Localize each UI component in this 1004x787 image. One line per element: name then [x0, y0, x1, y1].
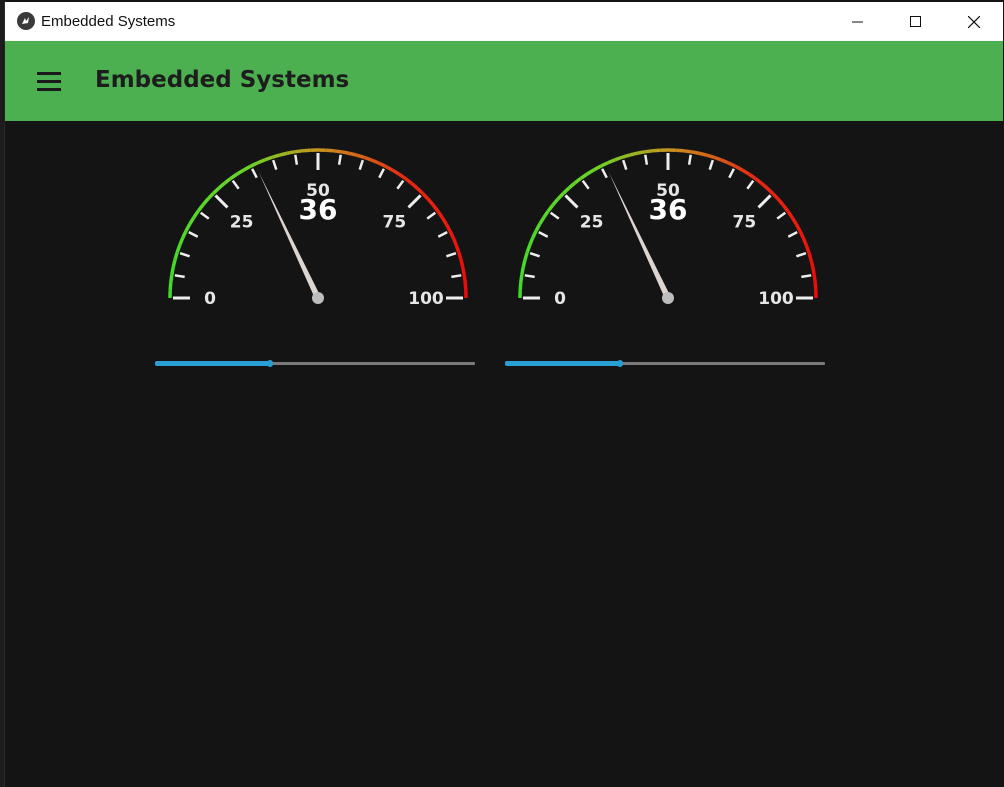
- value-slider-1[interactable]: [155, 358, 475, 370]
- app-window: Embedded Systems Embedded Systems 0 25 50 7…: [4, 2, 1003, 787]
- slider-thumb[interactable]: [617, 360, 624, 367]
- gauge-pivot: [312, 292, 324, 304]
- gauge-tick-label: 25: [580, 213, 604, 233]
- gauge-value-label: 36: [649, 193, 688, 226]
- main-content: 0 25 50 75 100 36 0 25 50 75 100 36: [5, 121, 1003, 787]
- gauge-tick-label: 75: [383, 213, 407, 233]
- value-slider-2[interactable]: [505, 358, 825, 370]
- gauge-tick-label: 100: [758, 289, 794, 309]
- gauge-pivot: [662, 292, 674, 304]
- gauge-tick-label: 100: [408, 289, 444, 309]
- app-bar: Embedded Systems: [5, 41, 1003, 121]
- close-icon: [968, 15, 980, 28]
- window-title: Embedded Systems: [41, 13, 176, 30]
- maximize-icon: [910, 15, 921, 27]
- gauge-tick-label: 75: [733, 213, 757, 233]
- gauge-tick-label: 0: [554, 289, 566, 309]
- speedometer-gauge-2: 025507510036: [518, 148, 818, 309]
- maximize-button[interactable]: [887, 2, 945, 41]
- close-button[interactable]: [945, 2, 1003, 41]
- slider-thumb[interactable]: [267, 360, 274, 367]
- speedometer-gauge-1: 025507510036: [168, 148, 468, 309]
- gauge-value-label: 36: [299, 193, 338, 226]
- minimize-icon: [852, 21, 863, 22]
- gauge-tick-label: 25: [230, 213, 254, 233]
- title-bar: Embedded Systems: [5, 2, 1003, 41]
- slider-fill: [155, 361, 271, 366]
- kivy-logo-icon: [17, 12, 35, 30]
- slider-fill: [505, 361, 621, 366]
- hamburger-menu-icon[interactable]: [31, 63, 67, 99]
- gauge-tick-label: 0: [204, 289, 216, 309]
- app-bar-title: Embedded Systems: [95, 67, 350, 93]
- minimize-button[interactable]: [829, 2, 887, 41]
